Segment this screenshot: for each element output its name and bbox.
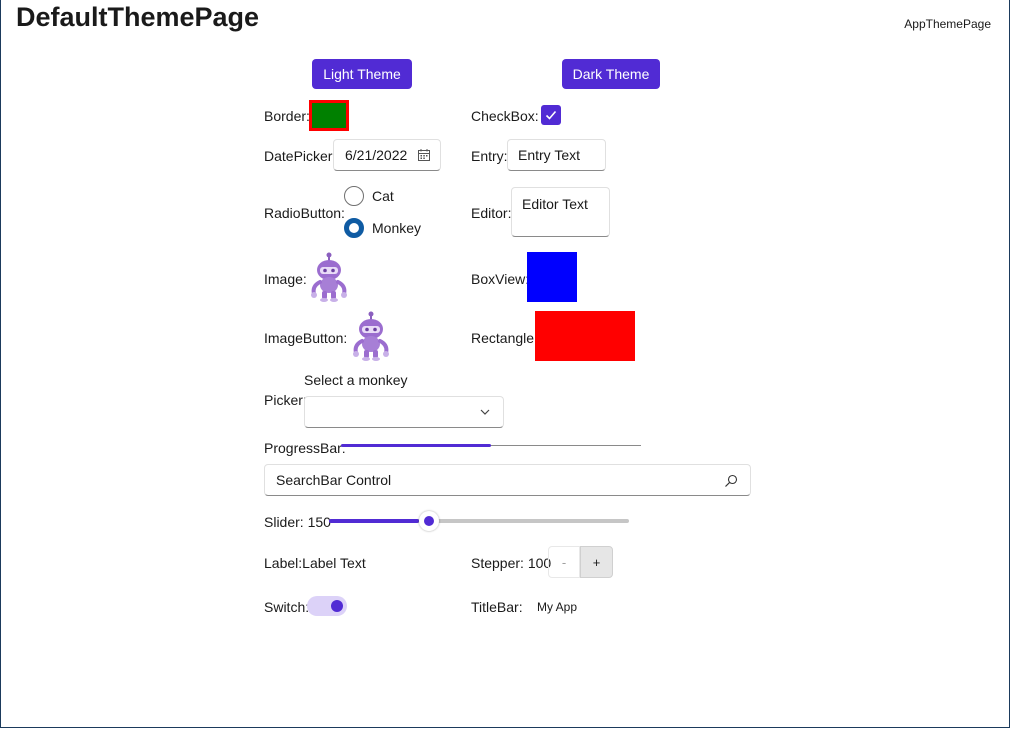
- radiobutton-label: RadioButton:: [264, 205, 345, 221]
- dotnet-bot-image: [311, 252, 347, 302]
- checkmark-icon: [545, 110, 557, 120]
- entry-field[interactable]: Entry Text: [507, 139, 606, 171]
- radio-unchecked-icon: [344, 186, 364, 206]
- border-label: Border:: [264, 108, 310, 124]
- calendar-icon: [418, 149, 430, 161]
- chevron-down-icon: [480, 409, 490, 415]
- checkbox[interactable]: [541, 105, 561, 125]
- editor-value: Editor Text: [522, 196, 588, 212]
- app-theme-page-tab[interactable]: AppThemePage: [904, 17, 991, 31]
- border-content: [312, 103, 346, 128]
- rectangle-label: Rectangle:: [471, 330, 538, 346]
- search-icon[interactable]: [724, 474, 738, 488]
- page-title: DefaultThemePage: [16, 2, 260, 32]
- slider-thumb[interactable]: [419, 511, 439, 531]
- slider[interactable]: [329, 511, 629, 531]
- image-label: Image:: [264, 271, 307, 287]
- slider-fill: [329, 519, 419, 523]
- search-bar[interactable]: SearchBar Control: [264, 464, 751, 496]
- switch-knob: [331, 600, 343, 612]
- picker-dropdown[interactable]: [304, 396, 504, 428]
- date-picker[interactable]: 6/21/2022: [333, 139, 441, 171]
- label-caption: Label:: [264, 555, 303, 571]
- stepper-decrement-button[interactable]: -: [548, 546, 580, 578]
- date-picker-value: 6/21/2022: [345, 147, 408, 163]
- dotnet-bot-image-button[interactable]: [348, 311, 394, 361]
- radio-option-monkey[interactable]: Monkey: [344, 218, 421, 238]
- dark-theme-button[interactable]: Dark Theme: [562, 59, 660, 89]
- imagebutton-label: ImageButton:: [264, 330, 348, 346]
- progress-fill: [341, 444, 491, 447]
- switch-toggle[interactable]: [307, 596, 347, 616]
- editor-field[interactable]: Editor Text: [511, 187, 610, 237]
- picker-label: Picker:: [264, 392, 307, 408]
- progressbar-label: ProgressBar:: [264, 440, 346, 456]
- entry-label: Entry:: [471, 148, 508, 164]
- rectangle-shape: [535, 311, 635, 361]
- label-row: Label:Label Text: [264, 555, 366, 571]
- radio-option-label: Monkey: [372, 220, 422, 236]
- radio-checked-icon: [344, 218, 364, 238]
- border-control: [309, 100, 349, 131]
- light-theme-button[interactable]: Light Theme: [312, 59, 412, 89]
- radio-option-cat[interactable]: Cat: [344, 186, 394, 206]
- checkbox-label: CheckBox:: [471, 108, 539, 124]
- switch-label: Switch:: [264, 599, 310, 615]
- boxview-label: BoxView:: [471, 271, 530, 287]
- radio-option-label: Cat: [372, 188, 394, 204]
- datepicker-label: DatePicker:: [264, 148, 337, 164]
- slider-label: Slider: 150: [264, 514, 331, 530]
- titlebar-text: My App: [537, 600, 578, 614]
- titlebar-label: TitleBar:: [471, 599, 523, 615]
- search-bar-value: SearchBar Control: [276, 472, 392, 488]
- label-text: Label Text: [302, 555, 366, 571]
- stepper-label: Stepper: 100: [471, 555, 552, 571]
- entry-value: Entry Text: [518, 147, 580, 163]
- stepper-increment-button[interactable]: +: [580, 546, 613, 578]
- picker-title: Select a monkey: [304, 372, 408, 388]
- box-view: [527, 252, 577, 302]
- editor-label: Editor:: [471, 205, 512, 221]
